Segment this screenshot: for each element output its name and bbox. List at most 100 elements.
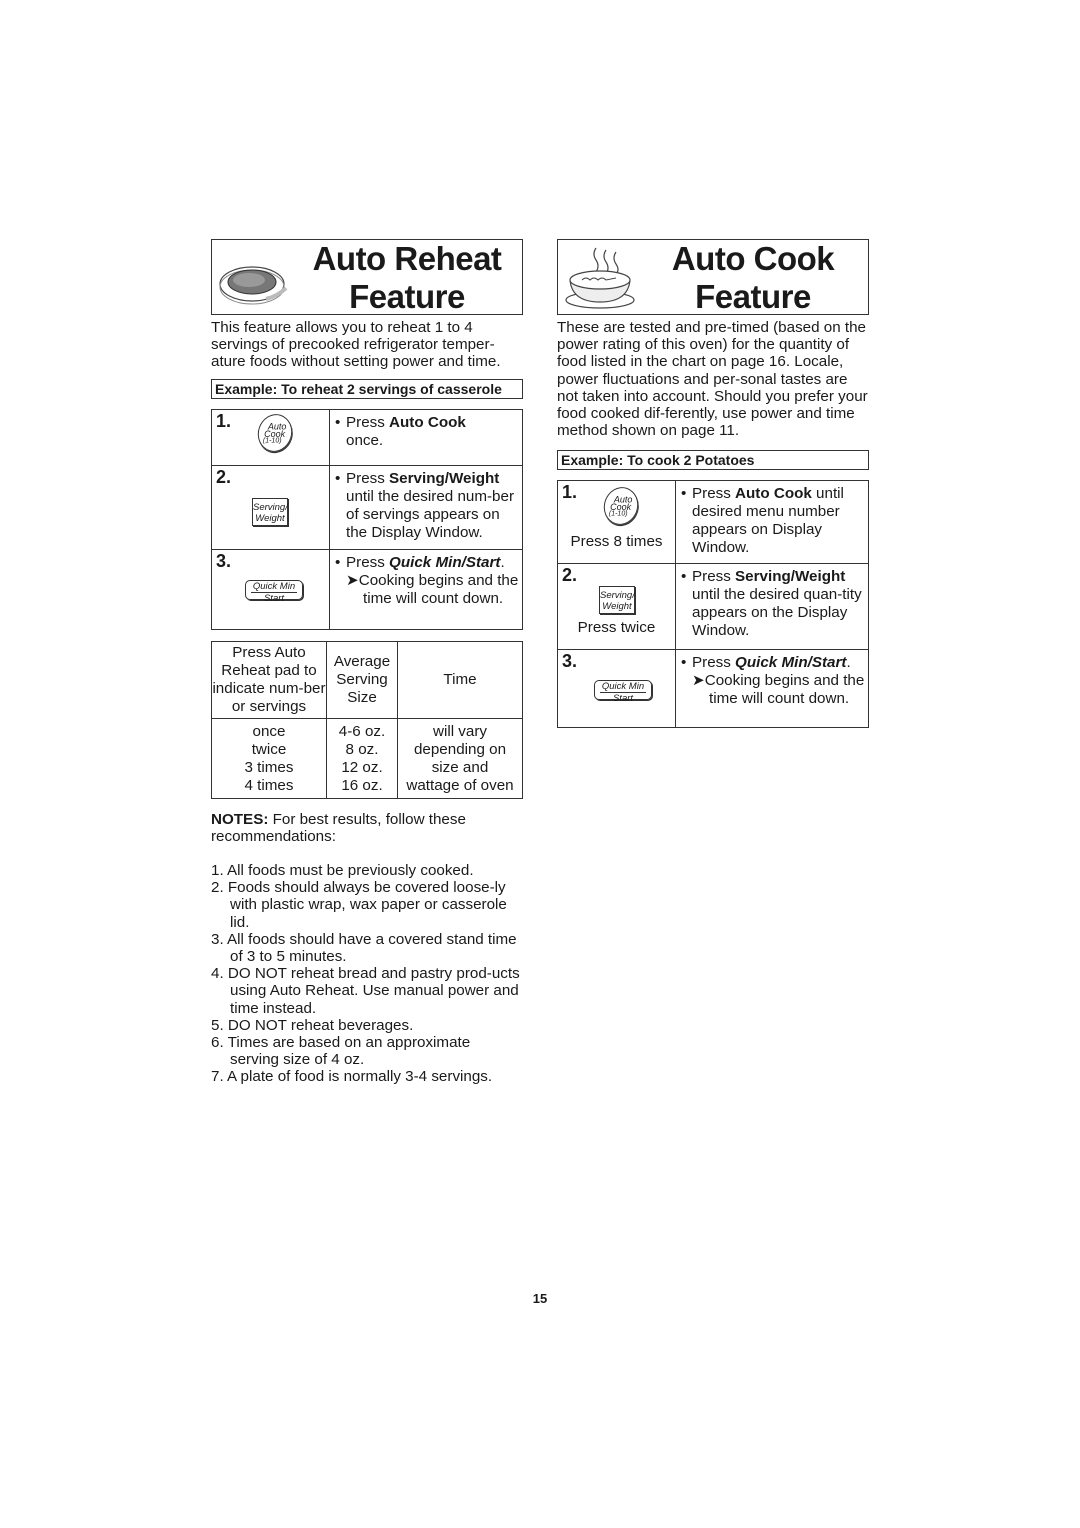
presses-cell: once twice 3 times 4 times [211,717,327,799]
step-text: once. [346,431,384,449]
button-label: (1-10) [262,437,282,445]
step-number: 3. [562,651,578,672]
serving-weight-button-icon: Serving/ Weight [252,497,288,526]
step-text: Press [346,553,390,571]
step-number: 2. [562,565,578,586]
note-item: 4. DO NOT reheat bread and pastry prod-u… [211,965,520,1017]
step-text: Press [692,654,736,672]
step-key: Serving/Weight [735,568,846,586]
table-cell-value: 3 times [244,758,294,776]
table-cell-value: 8 oz. [345,740,379,758]
servings-table-body: once twice 3 times 4 times 4-6 oz. 8 oz.… [211,717,523,799]
bullet: • [681,568,687,586]
auto-cook-intro: These are tested and pre-timed (based on… [557,319,868,440]
notes-label: NOTES: [211,810,269,828]
button-label: Start [251,591,297,603]
step-row: 2. Serving/ Weight Press twice • Press Se… [557,563,869,651]
header-cell: Press Auto Reheat pad to indicate num-be… [211,640,327,719]
table-cell-value: 16 oz. [341,776,383,794]
bullet: • [681,485,687,503]
auto-reheat-title-line1: Auto Reheat [312,240,502,277]
servings-table: Press Auto Reheat pad to indicate num-be… [211,640,523,799]
step-key: Auto Cook [389,413,466,431]
step-key: Auto Cook [735,485,812,503]
note-item: 7. A plate of food is normally 3-4 servi… [211,1068,493,1086]
auto-cook-title-line2: Feature [695,278,811,315]
notes-list: 1. All foods must be previously cooked. … [211,862,523,1086]
auto-cook-section: Auto Cook Feature These are tested and p… [557,239,869,729]
button-label: (1-10) [608,510,628,518]
table-cell-value: 12 oz. [341,758,383,776]
step-row: 1. Auto Cook (1-10) Press 8 times • Press… [557,480,869,565]
button-label: Serving/ [600,590,635,602]
table-cell-value: once [252,722,286,740]
quick-min-start-button-icon: Quick Min Start [245,579,303,603]
auto-cook-title-line1: Auto Cook [671,240,835,277]
note-item: 5. DO NOT reheat beverages. [211,1016,414,1034]
auto-cook-title-box: Auto Cook Feature [557,239,869,315]
note-item: 3. All foods should have a covered stand… [211,930,517,966]
button-label: Cook [264,428,286,439]
step-text: . [500,553,505,571]
step-number: 2. [216,466,232,487]
step-number: 3. [216,550,232,571]
step-key: Serving/Weight [389,469,500,487]
step-text: Press [346,469,390,487]
auto-reheat-example: Example: To reheat 2 servings of cassero… [211,378,523,399]
button-label: Weight [602,601,632,613]
step-text: until the desired quan-tity appears on t… [692,586,862,640]
bullet: • [335,553,341,571]
step-text: until the desired num-ber of servings ap… [346,487,514,541]
auto-reheat-title-box: Auto Reheat Feature [211,239,523,315]
plate-of-food-icon [219,266,288,305]
table-cell-value: size and [431,758,489,776]
servings-table-header: Press Auto Reheat pad to indicate num-be… [211,640,523,719]
table-cell-value: 4 times [244,776,294,794]
step-row: 1. Auto Cook (1-10) • Press Auto Cook onc… [211,408,523,466]
table-cell-value: 4-6 oz. [338,722,386,740]
serving-weight-button-icon: Serving/ Weight [599,586,635,615]
step-text: Press [346,413,390,431]
button-label: Start [600,692,646,704]
step-row: 3. Quick Min Start • Press Quick Min/Star… [211,548,523,630]
note-item: 2. Foods should always be covered loose-… [211,879,507,931]
button-label: Quick Min [601,681,645,693]
header-cell: Time [397,640,523,719]
time-cell: will vary depending on size and wattage … [397,717,523,799]
step-text: . [846,654,851,672]
arrow-icon: ➤ [692,672,705,690]
step-text: Press [692,485,736,503]
table-cell-value: wattage of oven [406,776,514,794]
auto-reheat-section: Auto Reheat Feature This feature allows … [211,239,523,1086]
note-item: 1. All foods must be previously cooked. [211,862,474,880]
bullet: • [335,413,341,431]
press-count-note: Press 8 times [570,533,663,551]
arrow-icon: ➤ [346,571,359,589]
step-row: 2. Serving/ Weight • Press Serving/Weight… [211,464,523,550]
bullet: • [681,654,687,672]
table-cell-value: twice [251,740,287,758]
auto-reheat-title-line2: Feature [349,278,465,315]
bullet: • [335,469,341,487]
step-text: Press [692,568,736,586]
notes-section: NOTES: For best results, follow these re… [211,811,523,1086]
auto-reheat-steps-table: 1. Auto Cook (1-10) • Press Auto Cook onc… [211,408,523,630]
page-number: 15 [532,1291,548,1306]
steaming-bowl-icon [565,247,635,309]
quick-min-start-button-icon: Quick Min Start [594,680,652,704]
table-cell-value: depending on [413,740,507,758]
button-label: Serving/ [253,501,288,513]
press-count-note: Press twice [577,619,656,637]
step-text: Cooking begins and the time will count d… [358,571,519,607]
step-key: Quick Min/Start [389,553,501,571]
sizes-cell: 4-6 oz. 8 oz. 12 oz. 16 oz. [326,717,398,799]
auto-cook-steps-table: 1. Auto Cook (1-10) Press 8 times • Press… [557,480,869,729]
auto-reheat-intro: This feature allows you to reheat 1 to 4… [211,319,501,371]
step-key: Quick Min/Start [735,654,847,672]
button-label: Weight [255,512,285,524]
button-label: Quick Min [252,580,296,592]
header-cell: Average Serving Size [326,640,398,719]
step-row: 3. Quick Min Start • Press Quick Min/Star… [557,649,869,729]
note-item: 6. Times are based on an approximate ser… [211,1034,471,1069]
step-text: Cooking begins and the time will count d… [704,672,865,708]
